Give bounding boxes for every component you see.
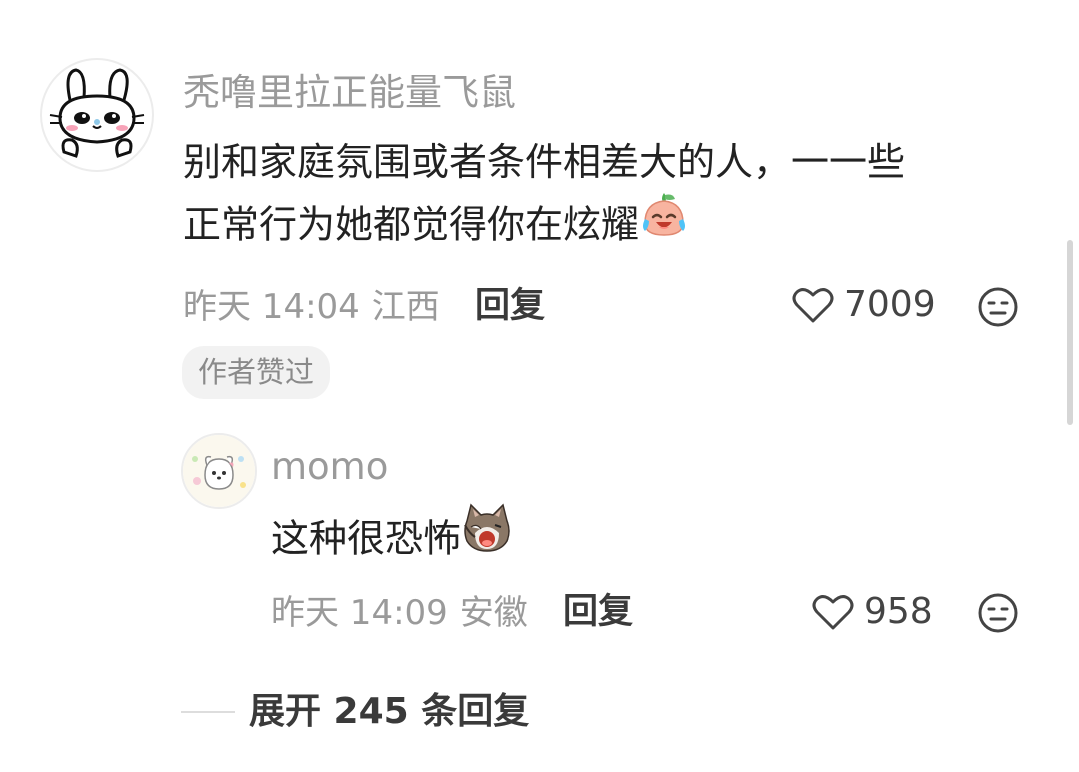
reply-text: 这种很恐怖 [271, 503, 513, 575]
scrollbar[interactable] [1067, 240, 1073, 425]
comment-time: 昨天 14:04 [183, 287, 360, 327]
avatar[interactable] [40, 58, 154, 172]
reply-time: 昨天 14:09 [271, 593, 448, 633]
crying-laughing-emoji-icon [639, 189, 689, 257]
comment-username[interactable]: 秃噜里拉正能量飞鼠 [183, 74, 516, 111]
heart-icon [792, 288, 834, 323]
reply-text-body: 这种很恐怖 [271, 516, 462, 561]
unhappy-face-icon [978, 593, 1018, 633]
heart-icon [812, 595, 854, 630]
reply-button[interactable]: 回复 [475, 289, 545, 324]
rabbit-avatar-icon [49, 68, 145, 158]
comment-thread: 秃噜里拉正能量飞鼠 别和家庭氛围或者条件相差大的人，一一些 正常行为她都觉得你在… [0, 0, 1079, 772]
comment-meta: 昨天 14:04 江西 [183, 290, 440, 324]
comment-text-line-2: 正常行为她都觉得你在炫耀 [183, 193, 905, 261]
expand-divider [181, 711, 235, 713]
like-button[interactable]: 7009 [792, 286, 936, 324]
reply-reply-button[interactable]: 回复 [563, 595, 633, 630]
like-count: 7009 [844, 284, 936, 325]
unhappy-face-icon [978, 287, 1018, 327]
reply-like-count: 958 [864, 591, 933, 632]
puppy-avatar-icon [183, 435, 255, 507]
reply-username[interactable]: momo [271, 448, 388, 485]
expand-replies-button[interactable]: 展开 245 条回复 [249, 694, 529, 730]
comment-text: 别和家庭氛围或者条件相差大的人，一一些 正常行为她都觉得你在炫耀 [183, 131, 905, 261]
reply-dislike-button[interactable] [977, 592, 1019, 638]
reply-avatar[interactable] [181, 433, 257, 509]
reply-like-button[interactable]: 958 [812, 593, 933, 631]
dislike-button[interactable] [977, 286, 1019, 332]
comment-location: 江西 [371, 287, 440, 327]
comment-text-line-1: 别和家庭氛围或者条件相差大的人，一一些 [183, 140, 906, 184]
author-liked-badge: 作者赞过 [182, 346, 331, 399]
reply-location: 安徽 [459, 593, 528, 633]
comment-text-line-2-body: 正常行为她都觉得你在炫耀 [183, 202, 640, 247]
reply-meta: 昨天 14:09 安徽 [271, 596, 528, 630]
screaming-cat-emoji-icon [461, 503, 513, 571]
